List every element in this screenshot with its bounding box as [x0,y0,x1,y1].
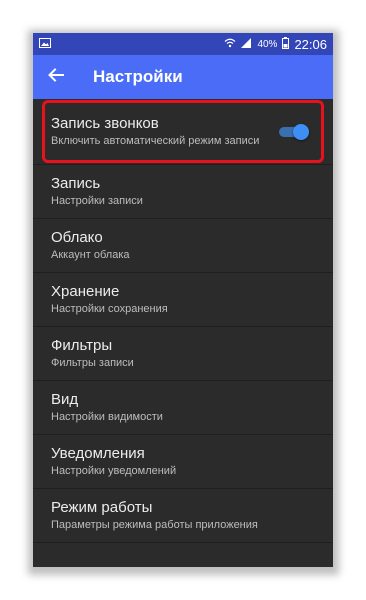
setting-cloud[interactable]: Облако Аккаунт облака [33,219,333,273]
setting-notifications[interactable]: Уведомления Настройки уведомлений [33,435,333,489]
setting-title: Облако [51,229,103,246]
setting-call-recording[interactable]: Запись звонков Включить автоматический р… [33,99,333,165]
setting-title: Запись [51,175,101,192]
wifi-icon [224,38,236,51]
settings-list: Запись звонков Включить автоматический р… [33,99,333,543]
setting-storage[interactable]: Хранение Настройки сохранения [33,273,333,327]
setting-filters[interactable]: Фильтры Фильтры записи [33,327,333,381]
setting-subtitle: Настройки записи [51,195,143,207]
setting-title: Запись звонков [51,115,159,132]
app-bar: Настройки [33,55,333,99]
setting-title: Хранение [51,283,120,300]
call-recording-toggle[interactable] [279,124,309,140]
back-button[interactable] [33,55,79,99]
signal-icon [241,37,252,51]
page-title: Настройки [93,67,183,86]
setting-subtitle: Настройки уведомлений [51,465,177,477]
setting-work-mode[interactable]: Режим работы Параметры режима работы при… [33,489,333,543]
setting-recording[interactable]: Запись Настройки записи [33,165,333,219]
status-bar: 40% 22:06 [33,33,333,55]
setting-subtitle: Фильтры записи [51,357,134,369]
setting-title: Фильтры [51,337,113,354]
setting-subtitle: Настройки сохранения [51,303,168,315]
setting-subtitle: Аккаунт облака [51,249,130,261]
setting-view[interactable]: Вид Настройки видимости [33,381,333,435]
arrow-back-icon [48,67,64,87]
setting-title: Вид [51,391,79,408]
setting-subtitle: Настройки видимости [51,411,163,423]
battery-icon [282,36,290,52]
toggle-thumb [293,124,309,140]
battery-percent: 40% [257,38,278,50]
setting-subtitle: Включить автоматический режим записи [51,135,260,147]
setting-title: Режим работы [51,499,153,516]
clock: 22:06 [294,36,327,52]
image-icon [39,37,51,51]
setting-subtitle: Параметры режима работы приложения [51,519,258,531]
setting-title: Уведомления [51,445,145,462]
phone-screen: 40% 22:06 Настройки Запись звонков Включ… [33,33,333,567]
